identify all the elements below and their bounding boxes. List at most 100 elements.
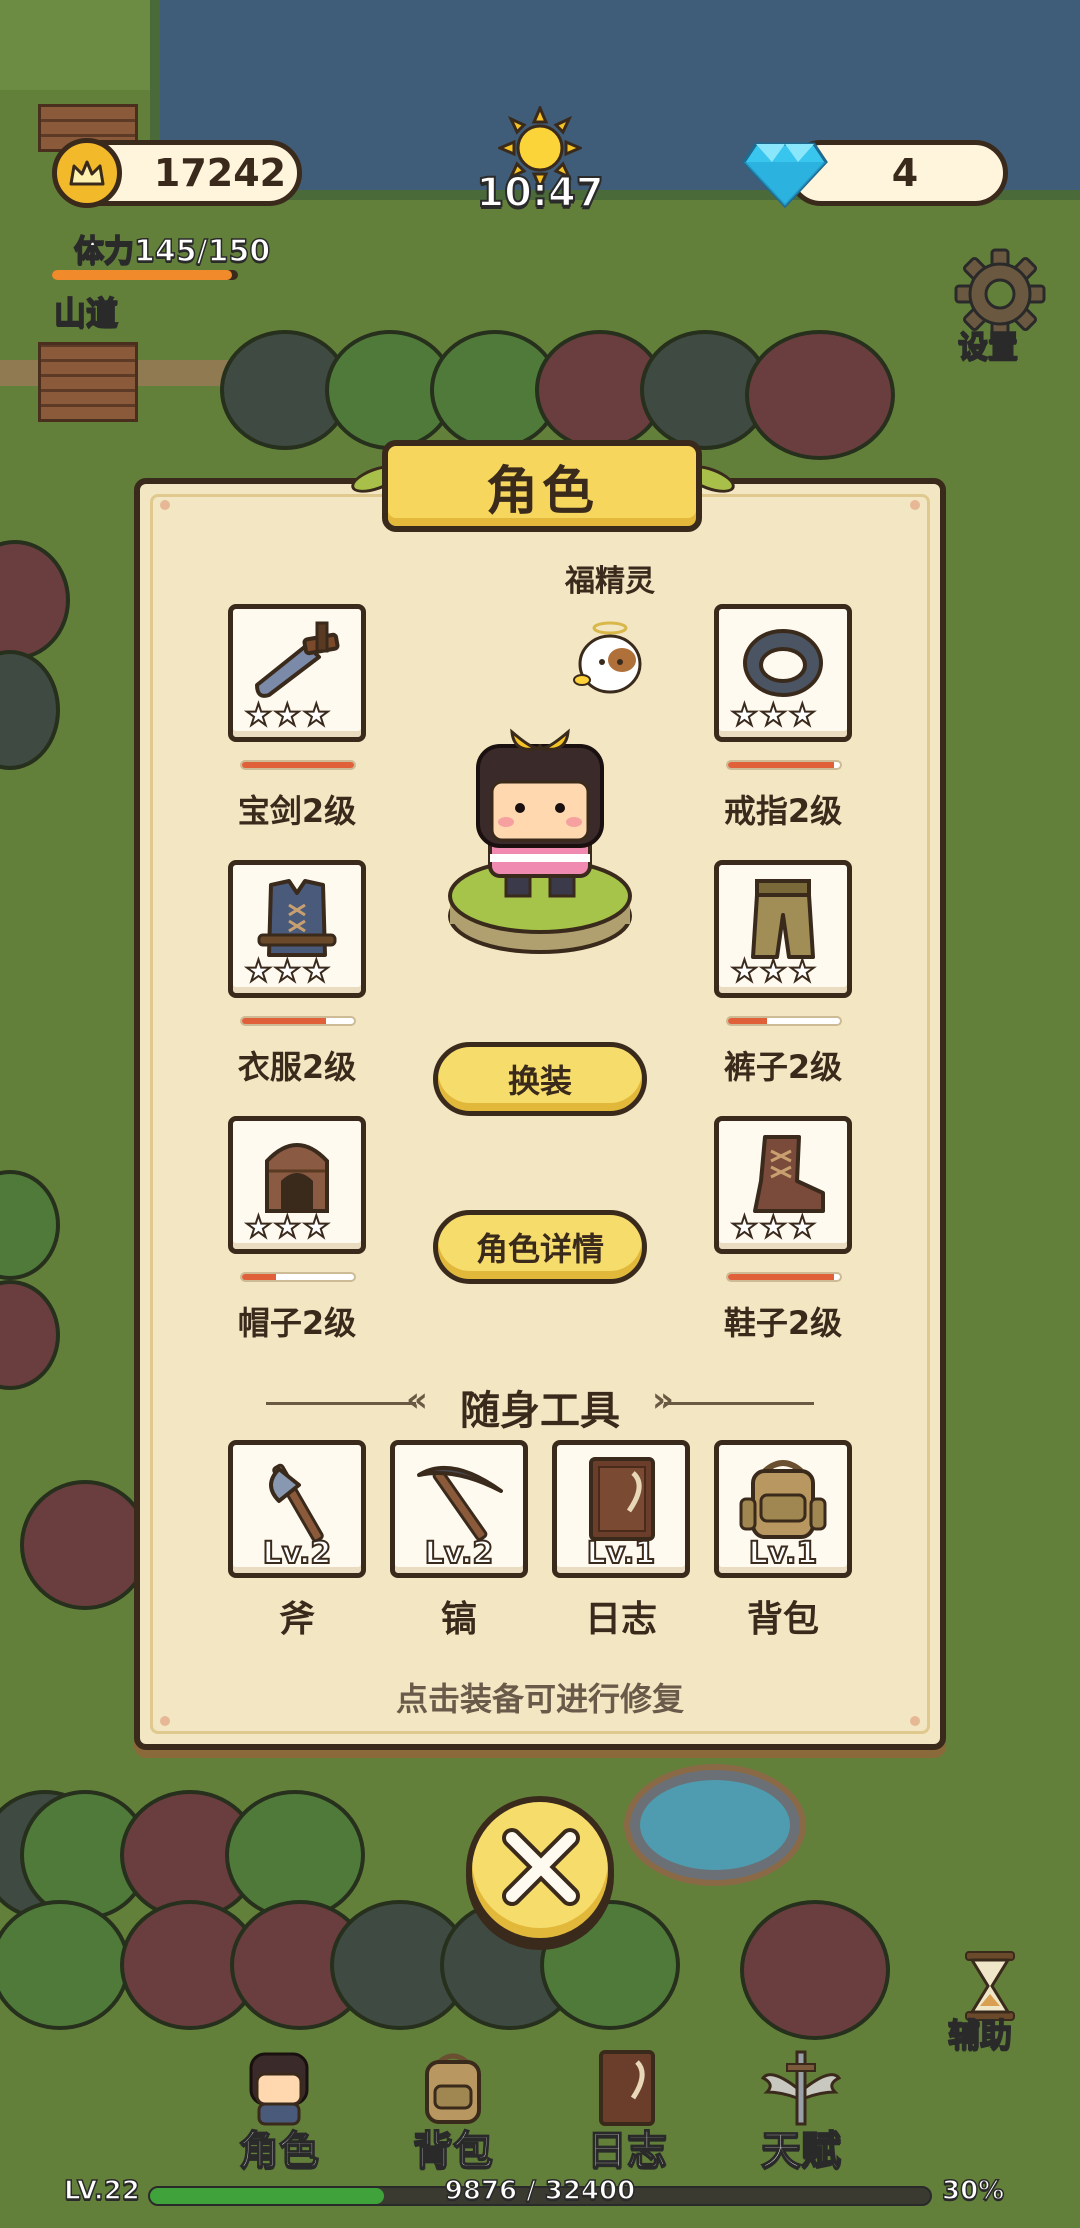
tree [20, 1480, 150, 1610]
durability-bar [240, 760, 356, 770]
settings-label[interactable]: 设置 [957, 322, 1019, 366]
stone-well-pond [630, 1770, 800, 1880]
tool-slot-pickaxe[interactable]: Lv.2 [390, 1440, 528, 1578]
equip-label: 裤子2级 [723, 1048, 843, 1086]
hat-icon [265, 1143, 329, 1213]
panel-title: 角色 [485, 461, 598, 522]
nav-label: 背包 [412, 2127, 494, 2175]
equip-slot-hat[interactable]: ★ ★ ★ [228, 1116, 366, 1254]
close-button[interactable] [466, 1796, 614, 1944]
tool-level: Lv.1 [748, 1535, 819, 1572]
pet-name: 福精灵 [565, 564, 655, 599]
game-clock: 10:47 [475, 169, 604, 217]
sword-icon [255, 621, 340, 698]
durability-bar [726, 1016, 842, 1026]
journal-icon [599, 2050, 655, 2126]
player-character [448, 728, 632, 954]
durability-fill [728, 762, 835, 768]
tools-header-label: 随身工具 [460, 1388, 620, 1434]
durability-bar [726, 760, 842, 770]
tree [0, 650, 60, 770]
star-rating: ★ ★ ★ [244, 1210, 331, 1245]
pickaxe-icon [417, 1465, 503, 1541]
stamina-text: 体力145/150 [73, 233, 271, 270]
character-detail-button[interactable]: 角色详情 [433, 1210, 647, 1284]
xp-percent: 30% [941, 2175, 1005, 2207]
tool-name: 斧 [278, 1599, 315, 1640]
location-name: 山道 [53, 293, 119, 333]
tool-level: Lv.1 [586, 1535, 657, 1572]
tool-level: Lv.2 [424, 1535, 495, 1572]
character-icon [249, 2052, 309, 2126]
panel-corner [910, 500, 920, 510]
tool-name: 背包 [746, 1599, 819, 1640]
stamina-fill [52, 270, 232, 280]
assist-label[interactable]: 辅助 [947, 2010, 1013, 2056]
star-rating: ★ ★ ★ [244, 698, 331, 733]
gem-value: 4 [891, 151, 919, 195]
close-icon [502, 1828, 580, 1906]
coin-value: 17242 [153, 151, 287, 195]
durability-fill [242, 762, 354, 768]
equip-slot-shirt[interactable]: ★ ★ ★ [228, 860, 366, 998]
durability-bar [240, 1272, 356, 1282]
change-outfit-button[interactable]: 换装 [433, 1042, 647, 1116]
tool-slot-axe[interactable]: Lv.2 [228, 1440, 366, 1578]
tool-slot-journal[interactable]: Lv.1 [552, 1440, 690, 1578]
star-rating: ★ ★ ★ [730, 698, 817, 733]
nav-backpack[interactable]: 背包 [388, 2048, 518, 2188]
tool-slot-backpack[interactable]: Lv.1 [714, 1440, 852, 1578]
axe-icon [269, 1463, 324, 1543]
xp-fill [150, 2188, 384, 2204]
nav-label: 天赋 [760, 2127, 842, 2175]
nav-talent[interactable]: 天赋 [736, 2048, 866, 2188]
pants-icon [751, 879, 815, 959]
nav-character[interactable]: 角色 [214, 2048, 344, 2188]
tree [0, 540, 70, 660]
xp-progress: 9876 / 32400 [444, 2175, 636, 2207]
stamina-bar [52, 270, 238, 280]
durability-fill [242, 1018, 326, 1024]
tree [745, 330, 895, 460]
equip-slot-sword[interactable]: ★ ★ ★ [228, 604, 366, 742]
diamond-icon [742, 142, 828, 209]
panel-title-banner: 角色 [382, 440, 702, 532]
boots-icon [753, 1135, 825, 1213]
tool-name: 日志 [584, 1599, 657, 1640]
nav-label: 日志 [586, 2127, 668, 2175]
star-rating: ★ ★ ★ [730, 954, 817, 989]
wings-sword-icon [761, 2050, 841, 2126]
backpack-icon [425, 2053, 481, 2124]
equip-label: 帽子2级 [237, 1304, 357, 1342]
equip-slot-ring[interactable]: ★ ★ ★ [714, 604, 852, 742]
ring-icon [743, 629, 823, 697]
tree [0, 1900, 130, 2030]
equip-label: 鞋子2级 [723, 1304, 843, 1342]
crown-coin-icon [52, 138, 122, 208]
equip-slot-pants[interactable]: ★ ★ ★ [714, 860, 852, 998]
wooden-bridge [38, 342, 138, 422]
tree [0, 1170, 60, 1280]
equip-label: 戒指2级 [723, 792, 843, 830]
shirt-icon [257, 879, 337, 957]
journal-icon [589, 1457, 655, 1541]
durability-fill [728, 1018, 768, 1024]
tool-name: 镐 [440, 1599, 477, 1640]
star-rating: ★ ★ ★ [244, 954, 331, 989]
nav-journal[interactable]: 日志 [562, 2048, 692, 2188]
backpack-icon [739, 1460, 827, 1539]
durability-bar [240, 1016, 356, 1026]
equip-label: 衣服2级 [237, 1048, 357, 1086]
pet-spirit-icon[interactable] [570, 618, 650, 698]
grass-patch [0, 0, 160, 90]
durability-fill [242, 1274, 276, 1280]
durability-fill [728, 1274, 835, 1280]
tool-level: Lv.2 [262, 1535, 333, 1572]
tree [740, 1900, 890, 2040]
tools-section-header: « » 随身工具 [246, 1378, 834, 1434]
repair-hint: 点击装备可进行修复 [395, 1680, 684, 1718]
equip-slot-boots[interactable]: ★ ★ ★ [714, 1116, 852, 1254]
durability-bar [726, 1272, 842, 1282]
tree [0, 1280, 60, 1390]
star-rating: ★ ★ ★ [730, 1210, 817, 1245]
